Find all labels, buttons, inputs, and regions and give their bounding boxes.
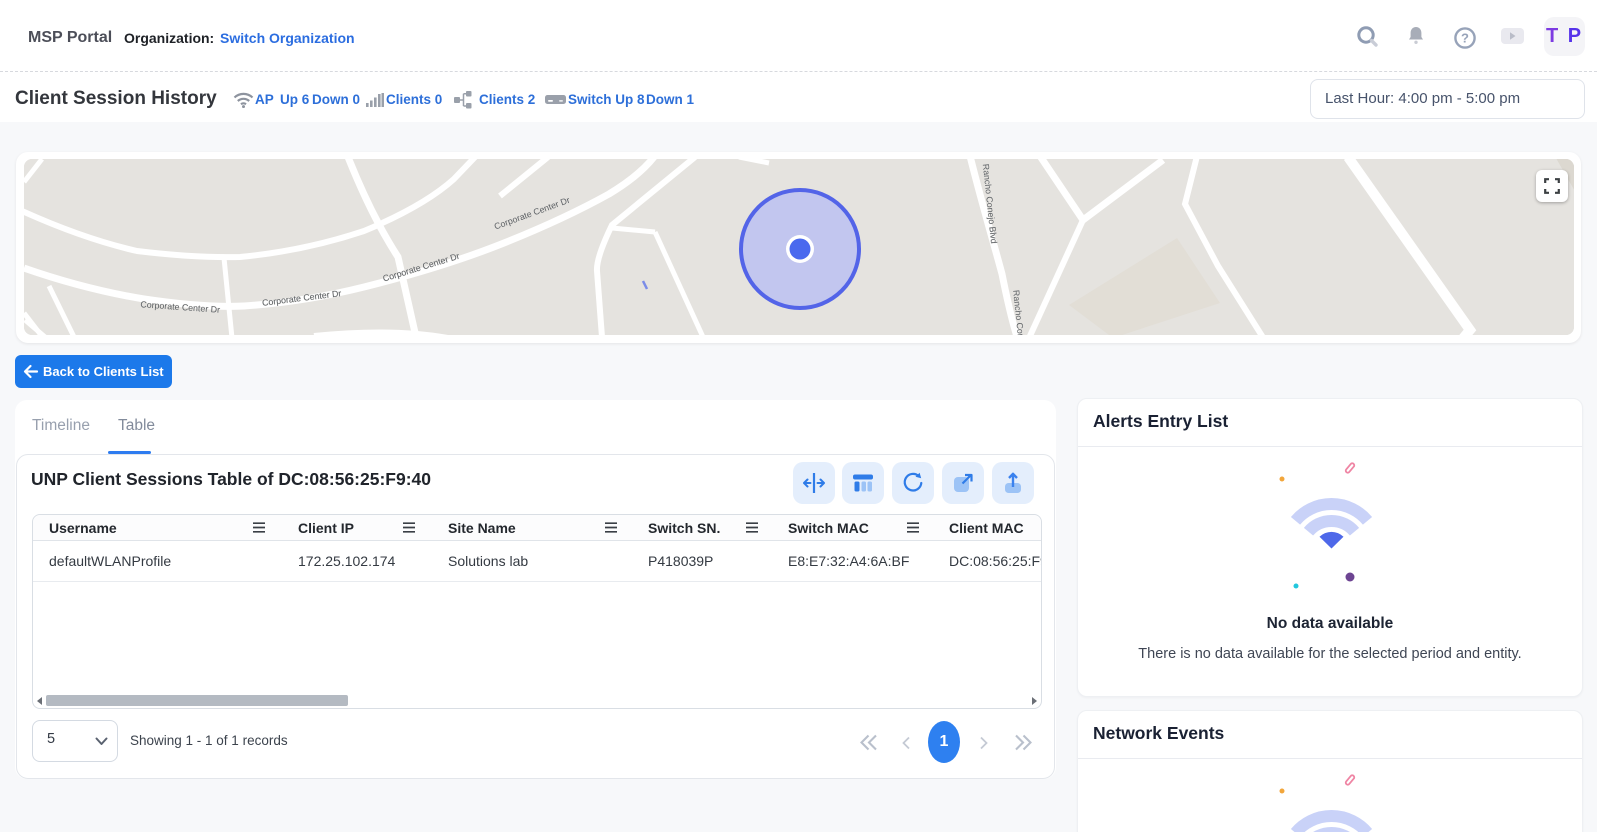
svg-text:?: ? [1461, 31, 1469, 46]
